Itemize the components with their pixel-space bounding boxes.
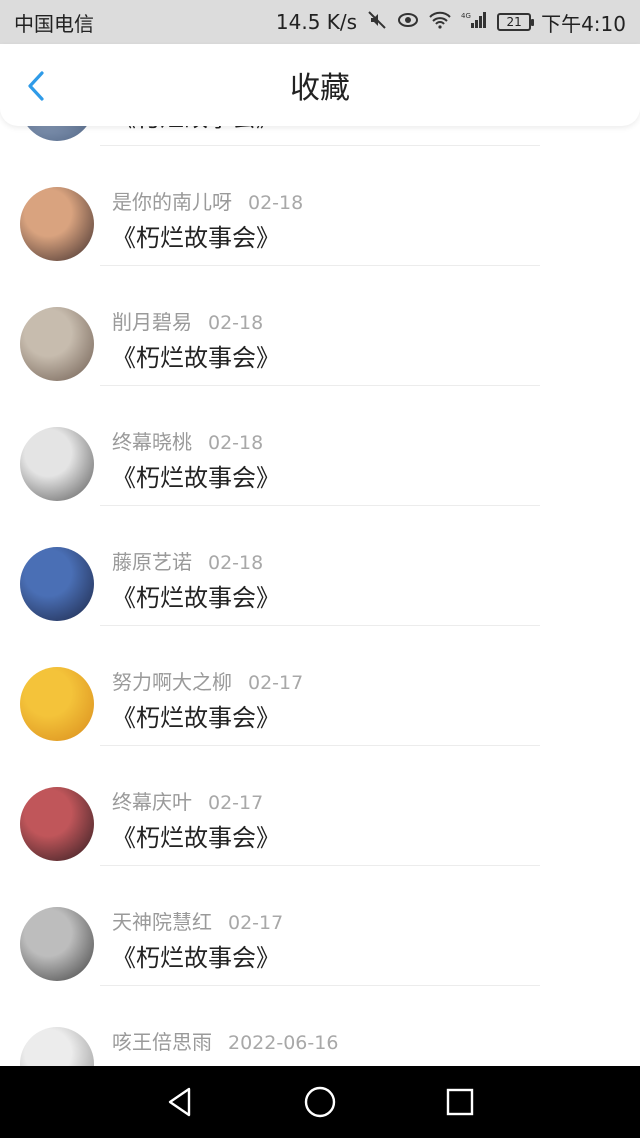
wifi-icon (429, 11, 451, 33)
item-date: 02-18 (248, 192, 304, 214)
avatar[interactable] (20, 547, 94, 621)
item-title[interactable]: 《朽烂故事会》 (112, 338, 280, 373)
favorite-item[interactable]: 咳王倍思雨 2022-06-16 (0, 986, 640, 1066)
avatar[interactable] (20, 907, 94, 981)
item-date: 2022-06-16 (228, 1032, 339, 1054)
username[interactable]: 努力啊大之柳 (112, 670, 232, 694)
item-meta: 咳王倍思雨 2022-06-16 (112, 1026, 338, 1055)
username[interactable]: 咳王倍思雨 (112, 1030, 212, 1054)
battery-level: 21 (506, 15, 522, 29)
item-title[interactable]: 《朽烂故事会》 (112, 818, 280, 853)
item-title[interactable]: 《朽烂故事会》 (112, 578, 280, 613)
item-title[interactable]: 《朽烂故事会》 (112, 938, 280, 973)
circle-home-icon (304, 1086, 336, 1118)
item-date: 02-17 (248, 672, 304, 694)
back-button[interactable] (18, 68, 54, 104)
item-meta: 努力啊大之柳 02-17 (112, 666, 303, 695)
item-meta: 是你的南儿呀 02-18 (112, 186, 303, 215)
battery-icon: 21 (497, 13, 535, 31)
item-title[interactable]: 《朽烂故事会》 (112, 126, 280, 133)
item-title[interactable]: 《朽烂故事会》 (112, 218, 280, 253)
item-meta: 藤原艺诺 02-18 (112, 546, 263, 575)
avatar[interactable] (20, 787, 94, 861)
item-meta: 天神院慧红 02-17 (112, 906, 283, 935)
network-type-label: 4G (461, 12, 471, 20)
signal-icon: 4G (461, 11, 487, 33)
username[interactable]: 终幕晓桃 (112, 430, 192, 454)
favorite-item[interactable]: 天神院慧红 02-17 《朽烂故事会》 (0, 866, 640, 986)
item-title[interactable]: 《朽烂故事会》 (112, 698, 280, 733)
status-icons: 14.5 K/s 4G 21 下午4:10 (276, 8, 626, 37)
chevron-left-icon (28, 71, 44, 101)
network-speed: 14.5 K/s (275, 10, 358, 34)
item-meta: 终幕庆叶 02-17 (112, 786, 263, 815)
item-date: 02-18 (208, 312, 264, 334)
username[interactable]: 藤原艺诺 (112, 550, 192, 574)
clock: 下午4:10 (541, 11, 626, 36)
favorite-item[interactable]: 终幕晓桃 02-18 《朽烂故事会》 (0, 386, 640, 506)
avatar[interactable] (20, 1027, 94, 1066)
item-title[interactable]: 《朽烂故事会》 (112, 458, 280, 493)
item-date: 02-17 (208, 792, 264, 814)
username[interactable]: 是你的南儿呀 (112, 190, 232, 214)
system-home-button[interactable] (300, 1082, 340, 1122)
avatar[interactable] (20, 667, 94, 741)
avatar[interactable] (20, 427, 94, 501)
page-title: 收藏 (290, 71, 350, 106)
carrier-label: 中国电信 (14, 11, 94, 36)
square-recents-icon (446, 1088, 474, 1116)
username[interactable]: 削月碧易 (112, 310, 192, 334)
item-meta: 终幕晓桃 02-18 (112, 426, 263, 455)
item-meta: 削月碧易 02-18 (112, 306, 263, 335)
favorite-item[interactable]: 藤原艺诺 02-18 《朽烂故事会》 (0, 506, 640, 626)
favorite-item[interactable]: 终幕庆叶 02-17 《朽烂故事会》 (0, 746, 640, 866)
system-recents-button[interactable] (440, 1082, 480, 1122)
username[interactable]: 终幕庆叶 (112, 790, 192, 814)
mute-icon (367, 10, 387, 34)
avatar[interactable] (20, 307, 94, 381)
triangle-back-icon (168, 1087, 191, 1117)
favorites-list[interactable]: 《朽烂故事会》是你的南儿呀02-18《朽烂故事会》削月碧易02-18《朽烂故事会… (0, 126, 640, 1066)
item-date: 02-18 (208, 432, 264, 454)
system-nav-bar (0, 1066, 640, 1138)
system-back-button[interactable] (160, 1082, 200, 1122)
favorite-item[interactable]: 削月碧易 02-18 《朽烂故事会》 (0, 266, 640, 386)
eye-icon (397, 11, 419, 33)
favorite-item[interactable]: 《朽烂故事会》 (0, 126, 640, 146)
favorite-item[interactable]: 是你的南儿呀 02-18 《朽烂故事会》 (0, 146, 640, 266)
favorite-item[interactable]: 努力啊大之柳 02-17 《朽烂故事会》 (0, 626, 640, 746)
status-bar: 中国电信 14.5 K/s 4G 21 下午4:10 (0, 0, 640, 44)
item-date: 02-18 (208, 552, 264, 574)
header-bar: 收藏 (0, 44, 640, 126)
avatar[interactable] (20, 187, 94, 261)
avatar[interactable] (20, 126, 94, 141)
username[interactable]: 天神院慧红 (112, 910, 212, 934)
item-date: 02-17 (228, 912, 284, 934)
